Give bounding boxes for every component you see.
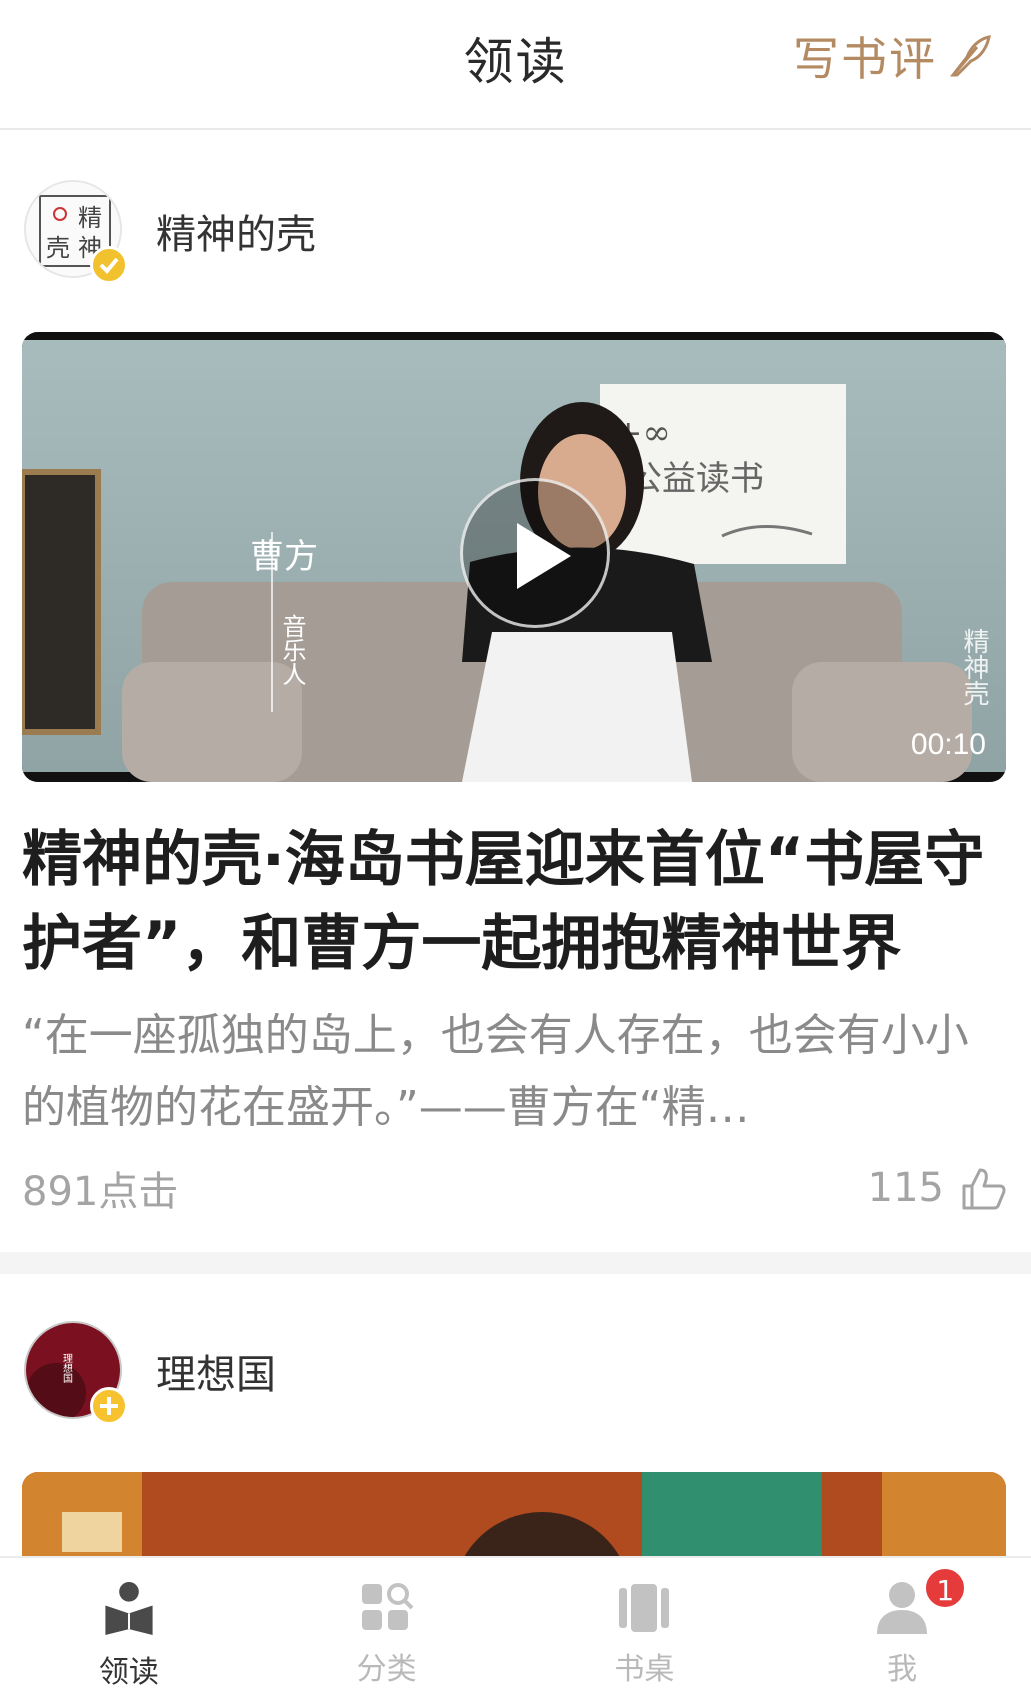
bookshelf-icon — [619, 1584, 670, 1632]
user-icon — [877, 1582, 928, 1634]
verified-icon — [90, 246, 128, 284]
like-count: 115 — [867, 1165, 944, 1211]
bottom-tab-bar: 领读 分类 书桌 我 1 — [0, 1556, 1031, 1691]
svg-text:音乐人: 音乐人 — [278, 614, 306, 686]
svg-text:壳: 壳 — [46, 234, 70, 262]
tab-read[interactable]: 领读 — [0, 1558, 258, 1691]
article-title[interactable]: 精神的壳·海岛书屋迎来首位“书屋守护者”，和曹方一起拥抱精神世界 — [22, 818, 1012, 986]
post-card[interactable]: 精 壳 神 精神的壳 +∞ 公益读书 曹方 音乐人 精神壳 00:10 精神的壳… — [0, 132, 1031, 1215]
click-count: 891点击 — [22, 1169, 179, 1215]
play-icon — [517, 523, 571, 589]
article-excerpt[interactable]: “在一座孤独的岛上，也会有人存在，也会有小小的植物的花在盛开。”——曹方在“精… — [22, 1000, 1006, 1144]
write-review-button[interactable]: 写书评 — [793, 24, 993, 88]
tab-label: 领读 — [98, 1655, 159, 1690]
author-name[interactable]: 精神的壳 — [156, 202, 316, 260]
author-name[interactable]: 理想国 — [156, 1342, 276, 1400]
author-avatar[interactable]: 理想国 — [24, 1321, 128, 1425]
video-duration: 00:10 — [910, 728, 986, 761]
svg-text:曹方: 曹方 — [250, 537, 318, 577]
category-search-icon — [361, 1583, 414, 1630]
write-review-label: 写书评 — [793, 32, 937, 86]
author-avatar[interactable]: 精 壳 神 — [24, 180, 128, 284]
svg-text:精: 精 — [78, 204, 102, 232]
feed: 精 壳 神 精神的壳 +∞ 公益读书 曹方 音乐人 精神壳 00:10 精神的壳… — [0, 132, 1031, 1672]
follow-icon[interactable] — [90, 1387, 128, 1425]
video-thumbnail[interactable]: +∞ 公益读书 曹方 音乐人 精神壳 00:10 — [22, 332, 1006, 782]
tab-label: 分类 — [356, 1652, 417, 1687]
feather-pen-icon — [949, 35, 991, 77]
tab-category[interactable]: 分类 — [258, 1558, 516, 1691]
card-divider — [0, 1252, 1031, 1274]
svg-text:理想国: 理想国 — [61, 1353, 73, 1384]
thumbs-up-icon — [962, 1168, 1006, 1210]
svg-text:精神壳: 精神壳 — [959, 628, 989, 706]
tab-label: 书桌 — [614, 1652, 675, 1687]
tab-desk[interactable]: 书桌 — [516, 1558, 774, 1691]
book-open-icon — [105, 1581, 153, 1636]
notification-badge: 1 — [923, 1566, 968, 1610]
post-meta: 891点击 115 — [22, 1158, 1006, 1218]
author-row[interactable]: 理想国 理想国 — [0, 1274, 1031, 1494]
tab-label: 我 — [887, 1652, 918, 1687]
author-row[interactable]: 精 壳 神 精神的壳 — [0, 132, 1031, 332]
play-button[interactable] — [460, 478, 610, 628]
top-bar: 领读 写书评 — [0, 0, 1031, 130]
svg-text:公益读书: 公益读书 — [628, 459, 764, 499]
like-button[interactable]: 115 — [868, 1165, 1006, 1211]
tab-me[interactable]: 我 1 — [773, 1558, 1031, 1691]
